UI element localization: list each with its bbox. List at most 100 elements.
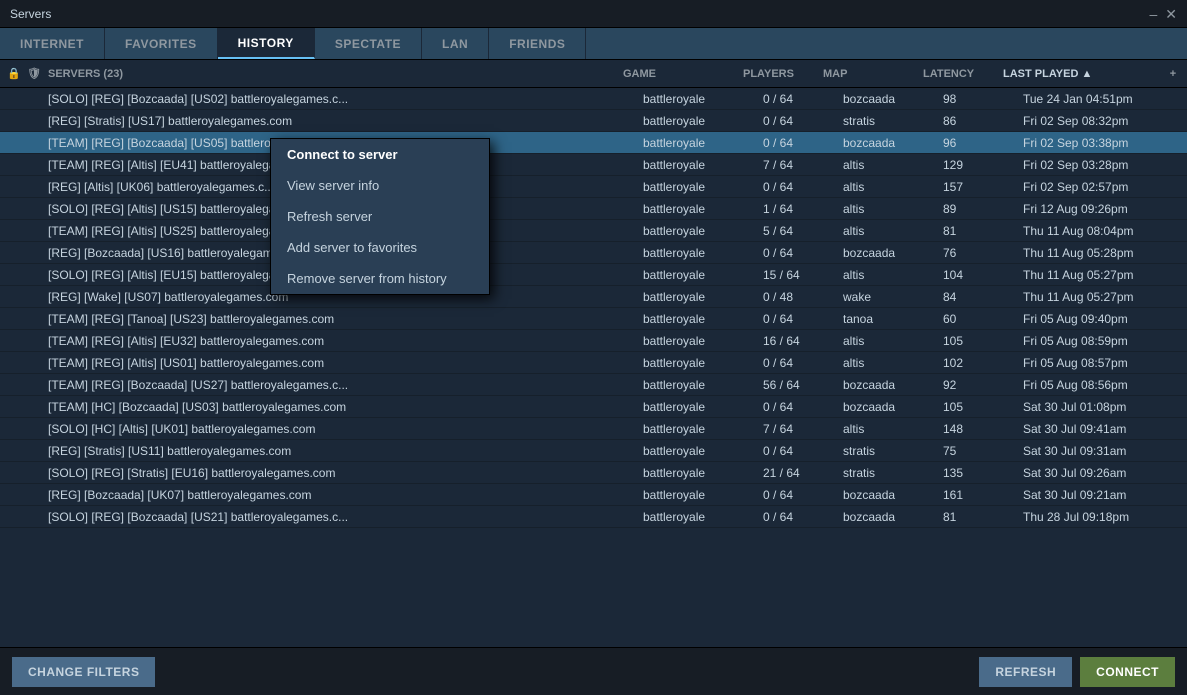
context-menu-item-addfavorite[interactable]: Add server to favorites: [271, 232, 489, 263]
tab-internet[interactable]: INTERNET: [0, 28, 105, 59]
table-row[interactable]: [REG] [Stratis] [US17] battleroyalegames…: [0, 110, 1187, 132]
cell-server: [REG] [Stratis] [US11] battleroyalegames…: [44, 444, 643, 458]
table-row[interactable]: [SOLO] [REG] [Altis] [EU15] battleroyale…: [0, 264, 1187, 286]
cell-map: altis: [843, 422, 943, 436]
cell-game: battleroyale: [643, 224, 763, 238]
tab-lan[interactable]: LAN: [422, 28, 489, 59]
close-button[interactable]: ✕: [1165, 7, 1177, 21]
cell-lastplayed: Fri 02 Sep 02:57pm: [1023, 180, 1183, 194]
cell-latency: 135: [943, 466, 1023, 480]
cell-latency: 161: [943, 488, 1023, 502]
col-header-map[interactable]: MAP: [823, 68, 923, 80]
cell-game: battleroyale: [643, 488, 763, 502]
cell-map: bozcaada: [843, 136, 943, 150]
cell-game: battleroyale: [643, 400, 763, 414]
cell-lastplayed: Fri 02 Sep 03:28pm: [1023, 158, 1183, 172]
table-row[interactable]: [TEAM] [REG] [Altis] [US01] battleroyale…: [0, 352, 1187, 374]
cell-latency: 105: [943, 400, 1023, 414]
table-row[interactable]: [REG] [Altis] [UK06] battleroyalegames.c…: [0, 176, 1187, 198]
col-header-secure: 🛡: [24, 67, 44, 80]
col-header-server[interactable]: SERVERS (23): [44, 68, 623, 80]
table-row[interactable]: [SOLO] [REG] [Altis] [US15] battleroyale…: [0, 198, 1187, 220]
refresh-button[interactable]: REFRESH: [979, 657, 1072, 687]
cell-game: battleroyale: [643, 92, 763, 106]
table-row[interactable]: [REG] [Bozcaada] [US16] battleroyalegame…: [0, 242, 1187, 264]
cell-lastplayed: Tue 24 Jan 04:51pm: [1023, 92, 1183, 106]
table-row[interactable]: [TEAM] [REG] [Altis] [EU32] battleroyale…: [0, 330, 1187, 352]
cell-lastplayed: Fri 12 Aug 09:26pm: [1023, 202, 1183, 216]
col-header-latency[interactable]: LATENCY: [923, 68, 1003, 80]
table-row[interactable]: [SOLO] [REG] [Stratis] [EU16] battleroya…: [0, 462, 1187, 484]
cell-server: [SOLO] [HC] [Altis] [UK01] battleroyaleg…: [44, 422, 643, 436]
table-row[interactable]: [TEAM] [REG] [Altis] [EU41] battleroyale…: [0, 154, 1187, 176]
cell-players: 0 / 64: [763, 180, 843, 194]
footer: CHANGE FILTERS REFRESH CONNECT: [0, 647, 1187, 695]
title-bar-left: Servers: [10, 7, 51, 21]
col-header-game[interactable]: GAME: [623, 68, 743, 80]
cell-map: altis: [843, 180, 943, 194]
cell-players: 7 / 64: [763, 422, 843, 436]
table-row[interactable]: [TEAM] [REG] [Tanoa] [US23] battleroyale…: [0, 308, 1187, 330]
cell-players: 7 / 64: [763, 158, 843, 172]
cell-map: altis: [843, 356, 943, 370]
cell-players: 0 / 64: [763, 400, 843, 414]
context-menu-item-removefromhistory[interactable]: Remove server from history: [271, 263, 489, 294]
table-row[interactable]: [TEAM] [REG] [Bozcaada] [US27] battleroy…: [0, 374, 1187, 396]
cell-latency: 92: [943, 378, 1023, 392]
tab-spectate[interactable]: SPECTATE: [315, 28, 422, 59]
cell-game: battleroyale: [643, 356, 763, 370]
cell-players: 5 / 64: [763, 224, 843, 238]
cell-game: battleroyale: [643, 158, 763, 172]
cell-latency: 98: [943, 92, 1023, 106]
cell-lastplayed: Thu 11 Aug 05:27pm: [1023, 290, 1183, 304]
cell-lastplayed: Sat 30 Jul 09:31am: [1023, 444, 1183, 458]
table-row[interactable]: [REG] [Wake] [US07] battleroyalegames.co…: [0, 286, 1187, 308]
footer-right: REFRESH CONNECT: [979, 657, 1175, 687]
cell-latency: 60: [943, 312, 1023, 326]
cell-map: wake: [843, 290, 943, 304]
context-menu-item-viewinfo[interactable]: View server info: [271, 170, 489, 201]
table-row[interactable]: [TEAM] [REG] [Altis] [US25] battleroyale…: [0, 220, 1187, 242]
cell-lastplayed: Sat 30 Jul 09:41am: [1023, 422, 1183, 436]
col-header-lastplayed[interactable]: LAST PLAYED ▲: [1003, 68, 1163, 80]
cell-players: 0 / 64: [763, 114, 843, 128]
table-row[interactable]: [REG] [Bozcaada] [UK07] battleroyalegame…: [0, 484, 1187, 506]
cell-players: 0 / 64: [763, 356, 843, 370]
cell-server: [TEAM] [REG] [Altis] [US01] battleroyale…: [44, 356, 643, 370]
context-menu-item-refresh[interactable]: Refresh server: [271, 201, 489, 232]
cell-map: stratis: [843, 466, 943, 480]
change-filters-button[interactable]: CHANGE FILTERS: [12, 657, 155, 687]
cell-latency: 84: [943, 290, 1023, 304]
cell-latency: 81: [943, 510, 1023, 524]
table-row[interactable]: [SOLO] [REG] [Bozcaada] [US02] battleroy…: [0, 88, 1187, 110]
table-row[interactable]: [REG] [Stratis] [US11] battleroyalegames…: [0, 440, 1187, 462]
window-title: Servers: [10, 7, 51, 21]
table-row[interactable]: [SOLO] [REG] [Bozcaada] [US21] battleroy…: [0, 506, 1187, 528]
cell-map: altis: [843, 202, 943, 216]
col-header-players[interactable]: PLAYERS: [743, 68, 823, 80]
cell-map: altis: [843, 158, 943, 172]
footer-left: CHANGE FILTERS: [12, 657, 155, 687]
connect-button[interactable]: CONNECT: [1080, 657, 1175, 687]
cell-game: battleroyale: [643, 422, 763, 436]
table-row[interactable]: [SOLO] [HC] [Altis] [UK01] battleroyaleg…: [0, 418, 1187, 440]
table-row[interactable]: [TEAM] [REG] [Bozcaada] [US05] battleroy…: [0, 132, 1187, 154]
cell-game: battleroyale: [643, 466, 763, 480]
col-header-add[interactable]: +: [1163, 68, 1183, 80]
cell-players: 0 / 64: [763, 444, 843, 458]
tab-favorites[interactable]: FAVORITES: [105, 28, 218, 59]
cell-latency: 105: [943, 334, 1023, 348]
cell-lastplayed: Sat 30 Jul 09:21am: [1023, 488, 1183, 502]
tab-history[interactable]: HISTORY: [218, 28, 315, 59]
cell-lastplayed: Fri 02 Sep 03:38pm: [1023, 136, 1183, 150]
cell-lastplayed: Thu 11 Aug 08:04pm: [1023, 224, 1183, 238]
context-menu-item-connect[interactable]: Connect to server: [271, 139, 489, 170]
table-row[interactable]: [TEAM] [HC] [Bozcaada] [US03] battleroya…: [0, 396, 1187, 418]
cell-latency: 89: [943, 202, 1023, 216]
cell-game: battleroyale: [643, 444, 763, 458]
cell-server: [TEAM] [REG] [Altis] [EU32] battleroyale…: [44, 334, 643, 348]
minimize-button[interactable]: –: [1149, 7, 1157, 21]
cell-map: altis: [843, 224, 943, 238]
cell-map: tanoa: [843, 312, 943, 326]
tab-friends[interactable]: FRIENDS: [489, 28, 586, 59]
